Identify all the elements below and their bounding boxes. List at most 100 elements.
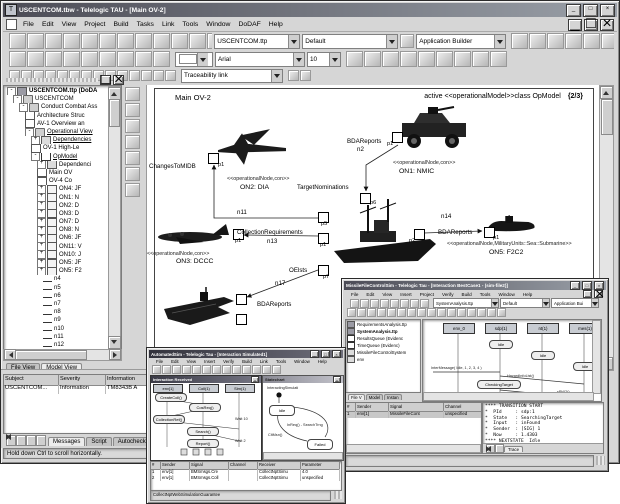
- on3-dccc-node[interactable]: [152, 221, 236, 249]
- move-down-icon[interactable]: [490, 51, 507, 67]
- resize-grip[interactable]: [334, 491, 342, 499]
- tab-scroll-left[interactable]: [16, 435, 26, 446]
- tree-item-operational-view[interactable]: -Operational View: [5, 128, 109, 136]
- menu-project[interactable]: Project: [416, 292, 438, 297]
- tree-item-on6-jf[interactable]: +ON6: JF: [5, 234, 109, 242]
- sequence-bubble[interactable]: Report(): [187, 439, 219, 448]
- tree-item-on3-d[interactable]: +ON3: D: [5, 210, 109, 218]
- options-icon[interactable]: [300, 70, 311, 81]
- breakpoint-icon[interactable]: [397, 308, 406, 317]
- tree-item-n8[interactable]: n8: [5, 308, 109, 316]
- cut-icon[interactable]: [390, 299, 399, 308]
- tree-item-main-ov[interactable]: Main OV: [5, 169, 109, 177]
- menu-view[interactable]: View: [378, 292, 396, 297]
- mdi-restore-button[interactable]: [584, 19, 598, 31]
- delete-icon[interactable]: [420, 299, 429, 308]
- mdi-close-button[interactable]: [594, 290, 603, 298]
- tree-item-n4[interactable]: n4: [5, 275, 109, 283]
- stop-icon[interactable]: [141, 70, 152, 81]
- paste-icon[interactable]: [202, 365, 211, 374]
- configuration-combo[interactable]: Default: [500, 298, 550, 308]
- port-tool-icon[interactable]: [125, 135, 140, 149]
- mdi-minimize-button[interactable]: [568, 19, 582, 31]
- align-top-icon[interactable]: [135, 51, 152, 67]
- menu-insert[interactable]: Insert: [200, 359, 219, 364]
- scroll-thumb[interactable]: [601, 99, 613, 135]
- scroll-up-arrow[interactable]: [600, 86, 613, 99]
- menu-insert[interactable]: Insert: [396, 292, 416, 297]
- mdi-minimize-button[interactable]: [583, 290, 592, 298]
- maximize-button[interactable]: [583, 4, 598, 17]
- sim-tree-item[interactable]: TimeQueue (Evidenc): [347, 342, 419, 349]
- sim-tree-item[interactable]: ResultsQueue (Evidenc: [347, 335, 419, 342]
- paste-icon[interactable]: [117, 33, 134, 49]
- tree-item-n10[interactable]: n10: [5, 324, 109, 332]
- add-operation-icon[interactable]: [565, 33, 582, 49]
- pan-icon[interactable]: [27, 51, 44, 67]
- minimize-button[interactable]: [310, 350, 319, 358]
- menu-build[interactable]: Build: [109, 21, 132, 28]
- maximize-button[interactable]: [321, 350, 330, 358]
- sequence-bubble[interactable]: CosReq(): [189, 403, 221, 412]
- lifeline-head[interactable]: env[1]: [153, 384, 183, 393]
- save-icon[interactable]: [45, 33, 62, 49]
- childB-horizontal-scrollbar[interactable]: [263, 452, 343, 460]
- lifeline-head[interactable]: Sim(1): [225, 384, 255, 393]
- tree-item-on5-jf[interactable]: +ON5: JF: [5, 259, 109, 267]
- menu-help[interactable]: Help: [265, 21, 287, 28]
- child-title-bar[interactable]: Interaction Received: [151, 376, 261, 383]
- on1-nmic-node[interactable]: [394, 105, 474, 151]
- column-severity[interactable]: Severity: [59, 375, 106, 386]
- save-icon[interactable]: [172, 365, 181, 374]
- seq-vertical-scrollbar[interactable]: [592, 320, 601, 394]
- tree-item-on4-jf[interactable]: +ON4: JF: [5, 185, 109, 193]
- tree-expander[interactable]: +: [37, 226, 46, 234]
- tree-item-on5-f2[interactable]: +ON5: F2: [5, 267, 109, 275]
- cut-icon[interactable]: [182, 365, 191, 374]
- sim-tree-item[interactable]: MissileFileControlSystem: [347, 349, 419, 356]
- title-bar[interactable]: AutomatedSim - Telelogic Tau - [Interact…: [149, 350, 343, 358]
- back-icon[interactable]: [487, 308, 496, 317]
- title-bar[interactable]: MissileFileControlSim - Telelogic Tau - …: [344, 281, 606, 290]
- open-icon[interactable]: [360, 299, 369, 308]
- chevron-down-icon[interactable]: [494, 35, 505, 48]
- sequence-diagram[interactable]: env_0sdp(1)nt(1)mes(1)IdleIdleIdleInterM…: [422, 319, 602, 402]
- diagram-link[interactable]: [214, 165, 318, 218]
- tree-item-dependenci[interactable]: +Dependenci: [5, 161, 109, 169]
- statechart-child-window[interactable]: Statechart InteractingSimulati IdleFaile…: [262, 375, 344, 461]
- tree-expander[interactable]: +: [37, 234, 46, 242]
- trace-icon[interactable]: [417, 308, 426, 317]
- save-all-icon[interactable]: [63, 33, 80, 49]
- menu-window[interactable]: Window: [202, 21, 234, 28]
- tree-expander[interactable]: +: [31, 136, 40, 144]
- redo-icon[interactable]: [222, 365, 231, 374]
- tree-vertical-scrollbar[interactable]: [108, 86, 121, 350]
- column-subject[interactable]: Subject: [4, 375, 59, 386]
- menu-edit[interactable]: Edit: [167, 359, 183, 364]
- new-icon[interactable]: [350, 299, 359, 308]
- add-class-icon[interactable]: [529, 33, 546, 49]
- tree-expander[interactable]: +: [37, 251, 46, 259]
- trace-console[interactable]: **** TRANSITION START* PId : sdp:1* Stat…: [482, 402, 604, 454]
- forward-icon[interactable]: [497, 308, 506, 317]
- queue-icon[interactable]: [447, 308, 456, 317]
- grid-icon[interactable]: [382, 51, 399, 67]
- menu-link[interactable]: Link: [256, 359, 272, 364]
- signal-table[interactable]: #SenderSignalChannelReceiverParameter 1e…: [150, 461, 342, 491]
- close-button[interactable]: [600, 4, 615, 17]
- tree-expander[interactable]: -: [31, 153, 40, 161]
- add-diagram-icon[interactable]: [511, 33, 528, 49]
- chevron-down-icon[interactable]: [542, 299, 549, 307]
- tree-item-ov-4-co[interactable]: OV-4 Co: [5, 177, 109, 185]
- redo-icon[interactable]: [171, 33, 188, 49]
- delete-element-icon[interactable]: [583, 33, 600, 49]
- copy-icon[interactable]: [192, 365, 201, 374]
- bold-icon[interactable]: [346, 51, 363, 67]
- tree-expander[interactable]: -: [19, 103, 28, 111]
- fill-icon[interactable]: [400, 51, 417, 67]
- filter-icon[interactable]: [288, 70, 299, 81]
- condition-bubble[interactable]: Idle: [531, 351, 555, 360]
- align-bottom-icon[interactable]: [153, 51, 170, 67]
- tab-scroll-last[interactable]: [36, 435, 46, 446]
- menu-tools[interactable]: Tools: [178, 21, 202, 28]
